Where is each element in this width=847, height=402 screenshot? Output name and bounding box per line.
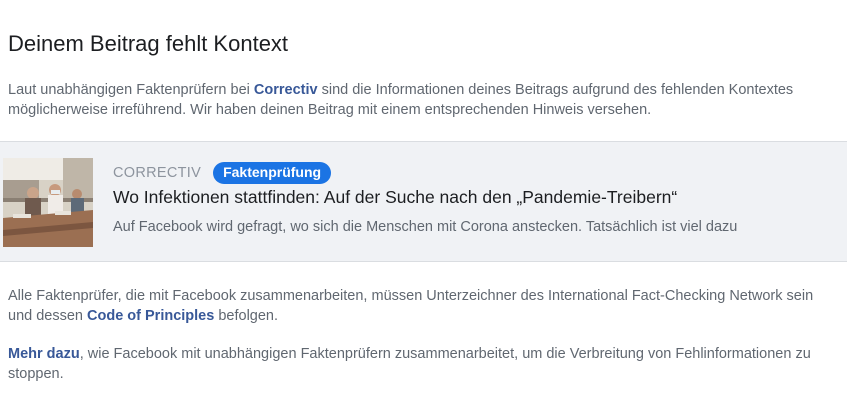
intro-paragraph: Laut unabhängigen Faktenprüfern bei Corr… [8,80,838,120]
fact-check-article-card[interactable]: CORRECTIV Faktenprüfung Wo Infektionen s… [0,141,847,262]
learn-more-paragraph: Mehr dazu, wie Facebook mit unabhängigen… [8,344,838,384]
intro-text-before: Laut unabhängigen Faktenprüfern bei [8,82,254,98]
principles-text-after: befolgen. [214,308,279,324]
fact-check-dialog: Deinem Beitrag fehlt Kontext Laut unabhä… [0,0,847,402]
learn-more-link[interactable]: Mehr dazu [8,346,80,362]
card-meta: CORRECTIV Faktenprüfung [113,162,332,184]
correctiv-link[interactable]: Correctiv [254,82,318,98]
article-thumbnail [3,158,93,247]
article-description: Auf Facebook wird gefragt, wo sich die M… [113,219,738,235]
page-title: Deinem Beitrag fehlt Kontext [8,31,289,56]
principles-paragraph: Alle Faktenprüfer, die mit Facebook zusa… [8,286,838,326]
learn-more-text-after: , wie Facebook mit unabhängigen Faktenpr… [8,346,811,382]
fact-check-badge: Faktenprüfung [213,162,332,184]
classroom-photo-image [3,158,93,247]
publisher-name: CORRECTIV [113,165,202,181]
article-title[interactable]: Wo Infektionen stattfinden: Auf der Such… [113,187,677,208]
code-of-principles-link[interactable]: Code of Principles [87,308,214,324]
